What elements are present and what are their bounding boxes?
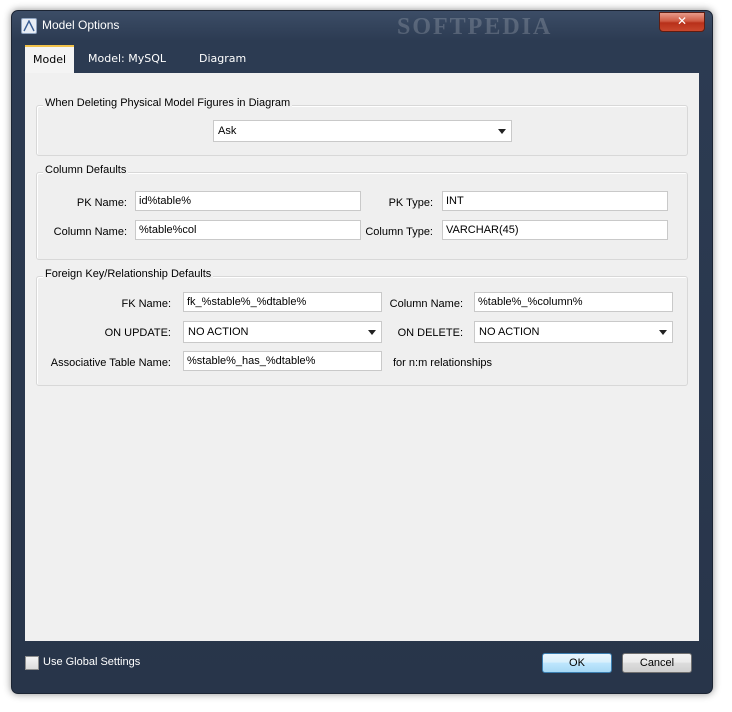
delete-figures-group: When Deleting Physical Model Figures in … [36,97,688,156]
fk-column-name-input[interactable]: %table%_%column% [474,292,673,312]
delete-behavior-value: Ask [218,125,237,137]
window-title: Model Options [42,18,120,32]
assoc-table-note: for n:m relationships [393,357,493,369]
fk-defaults-group: Foreign Key/Relationship Defaults FK Nam… [36,268,688,386]
chevron-down-icon [659,330,667,335]
cancel-button[interactable]: Cancel [622,653,692,673]
assoc-table-name-input[interactable]: %stable%_has_%dtable% [183,351,382,371]
column-type-input[interactable]: VARCHAR(45) [442,220,668,240]
chevron-down-icon [498,129,506,134]
tab-bar: Model Model: MySQL Diagram [25,45,699,73]
column-name-label: Column Name: [53,226,127,238]
column-defaults-group: Column Defaults PK Name: id%table% PK Ty… [36,164,688,260]
on-delete-label: ON DELETE: [397,327,463,339]
tab-content-model: When Deleting Physical Model Figures in … [25,73,699,641]
use-global-settings-label[interactable]: Use Global Settings [43,656,140,668]
on-update-label: ON UPDATE: [104,327,171,339]
pk-type-label: PK Type: [388,197,433,209]
pk-type-input[interactable]: INT [442,191,668,211]
fk-name-label: FK Name: [121,298,171,310]
pk-name-label: PK Name: [76,197,127,209]
fk-name-input[interactable]: fk_%stable%_%dtable% [183,292,382,312]
column-defaults-title: Column Defaults [43,164,129,176]
watermark: SOFTPEDIA [397,14,553,40]
tab-model[interactable]: Model [25,45,75,73]
column-name-input[interactable]: %table%col [135,220,361,240]
close-button[interactable]: ✕ [659,12,705,32]
close-icon: ✕ [676,14,688,28]
use-global-settings-checkbox[interactable] [25,656,39,670]
on-update-select[interactable]: NO ACTION [183,321,382,343]
delete-figures-group-title: When Deleting Physical Model Figures in … [43,97,293,109]
assoc-table-name-label: Associative Table Name: [50,357,171,369]
app-icon [21,18,37,34]
tab-diagram[interactable]: Diagram [191,47,254,71]
chevron-down-icon [368,330,376,335]
title-bar[interactable]: Model Options SOFTPEDIA ✕ [12,11,712,43]
on-delete-select[interactable]: NO ACTION [474,321,673,343]
fk-defaults-title: Foreign Key/Relationship Defaults [43,268,214,280]
column-type-label: Column Type: [365,226,433,238]
on-update-value: NO ACTION [188,326,249,338]
tab-model-mysql[interactable]: Model: MySQL [80,47,174,71]
ok-button[interactable]: OK [542,653,612,673]
pk-name-input[interactable]: id%table% [135,191,361,211]
on-delete-value: NO ACTION [479,326,540,338]
model-options-window: Model Options SOFTPEDIA ✕ Model Model: M… [11,10,713,694]
fk-column-name-label: Column Name: [389,298,463,310]
delete-behavior-select[interactable]: Ask [213,120,512,142]
